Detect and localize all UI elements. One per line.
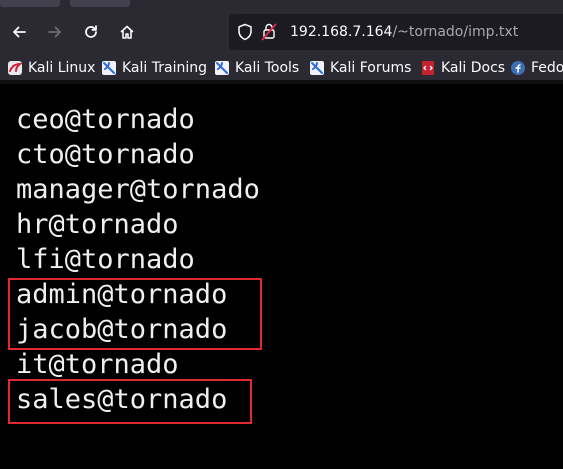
tab[interactable] [70,0,130,7]
file-line: cto@tornado [16,139,195,170]
bookmark-label: Kali Tools [235,60,300,76]
bookmarks-toolbar: Kali Linux Kali Training Kali Tools Kali… [0,56,563,80]
kali-dragon-icon [215,61,229,75]
kali-linux-icon [8,61,22,75]
home-button[interactable] [113,18,141,46]
home-icon [120,25,134,39]
back-arrow-icon [13,26,26,38]
bookmark-label: Kali Forums [330,60,412,76]
kali-dragon-icon [310,61,324,75]
shield-icon[interactable] [237,23,253,41]
url-host: 192.168.7.164 [290,24,393,40]
bookmark-label: Fedo [531,60,563,76]
bookmark-kali-linux[interactable]: Kali Linux [8,58,95,78]
insecure-lock-icon[interactable] [261,22,277,42]
file-line: ceo@tornado [16,104,195,135]
file-line: hr@tornado [16,209,179,240]
bookmark-kali-tools[interactable]: Kali Tools [215,58,299,78]
bookmark-kali-forums[interactable]: Kali Forums [310,58,411,78]
url-bar[interactable]: 192.168.7.164/~tornado/imp.txt [229,14,563,50]
reload-button[interactable] [77,18,105,46]
fedora-icon [511,61,525,75]
file-line: lfi@tornado [16,244,195,275]
reload-icon [85,25,97,38]
forward-button[interactable] [41,18,69,46]
text-file-viewer: ceo@tornado cto@tornado manager@tornado … [0,84,563,469]
bookmark-label: Kali Linux [28,60,96,76]
kali-docs-icon [422,61,434,75]
kali-dragon-icon [102,61,116,75]
nav-toolbar: 192.168.7.164/~tornado/imp.txt [0,8,563,56]
highlight-box [8,278,262,350]
url-path: /~tornado/imp.txt [392,24,519,40]
bookmark-kali-docs[interactable]: Kali Docs [421,58,505,78]
file-line: manager@tornado [16,174,260,205]
bookmark-label: Kali Training [122,60,207,76]
tab-strip [0,0,563,8]
tab[interactable] [0,0,60,7]
forward-arrow-icon [48,26,61,38]
back-button[interactable] [5,18,33,46]
file-line: it@tornado [16,349,179,380]
highlight-box [8,379,252,424]
bookmark-label: Kali Docs [441,60,506,76]
url-text[interactable]: 192.168.7.164/~tornado/imp.txt [290,22,518,42]
bookmark-kali-training[interactable]: Kali Training [102,58,207,78]
bookmark-fedora[interactable]: Fedo [511,58,563,78]
